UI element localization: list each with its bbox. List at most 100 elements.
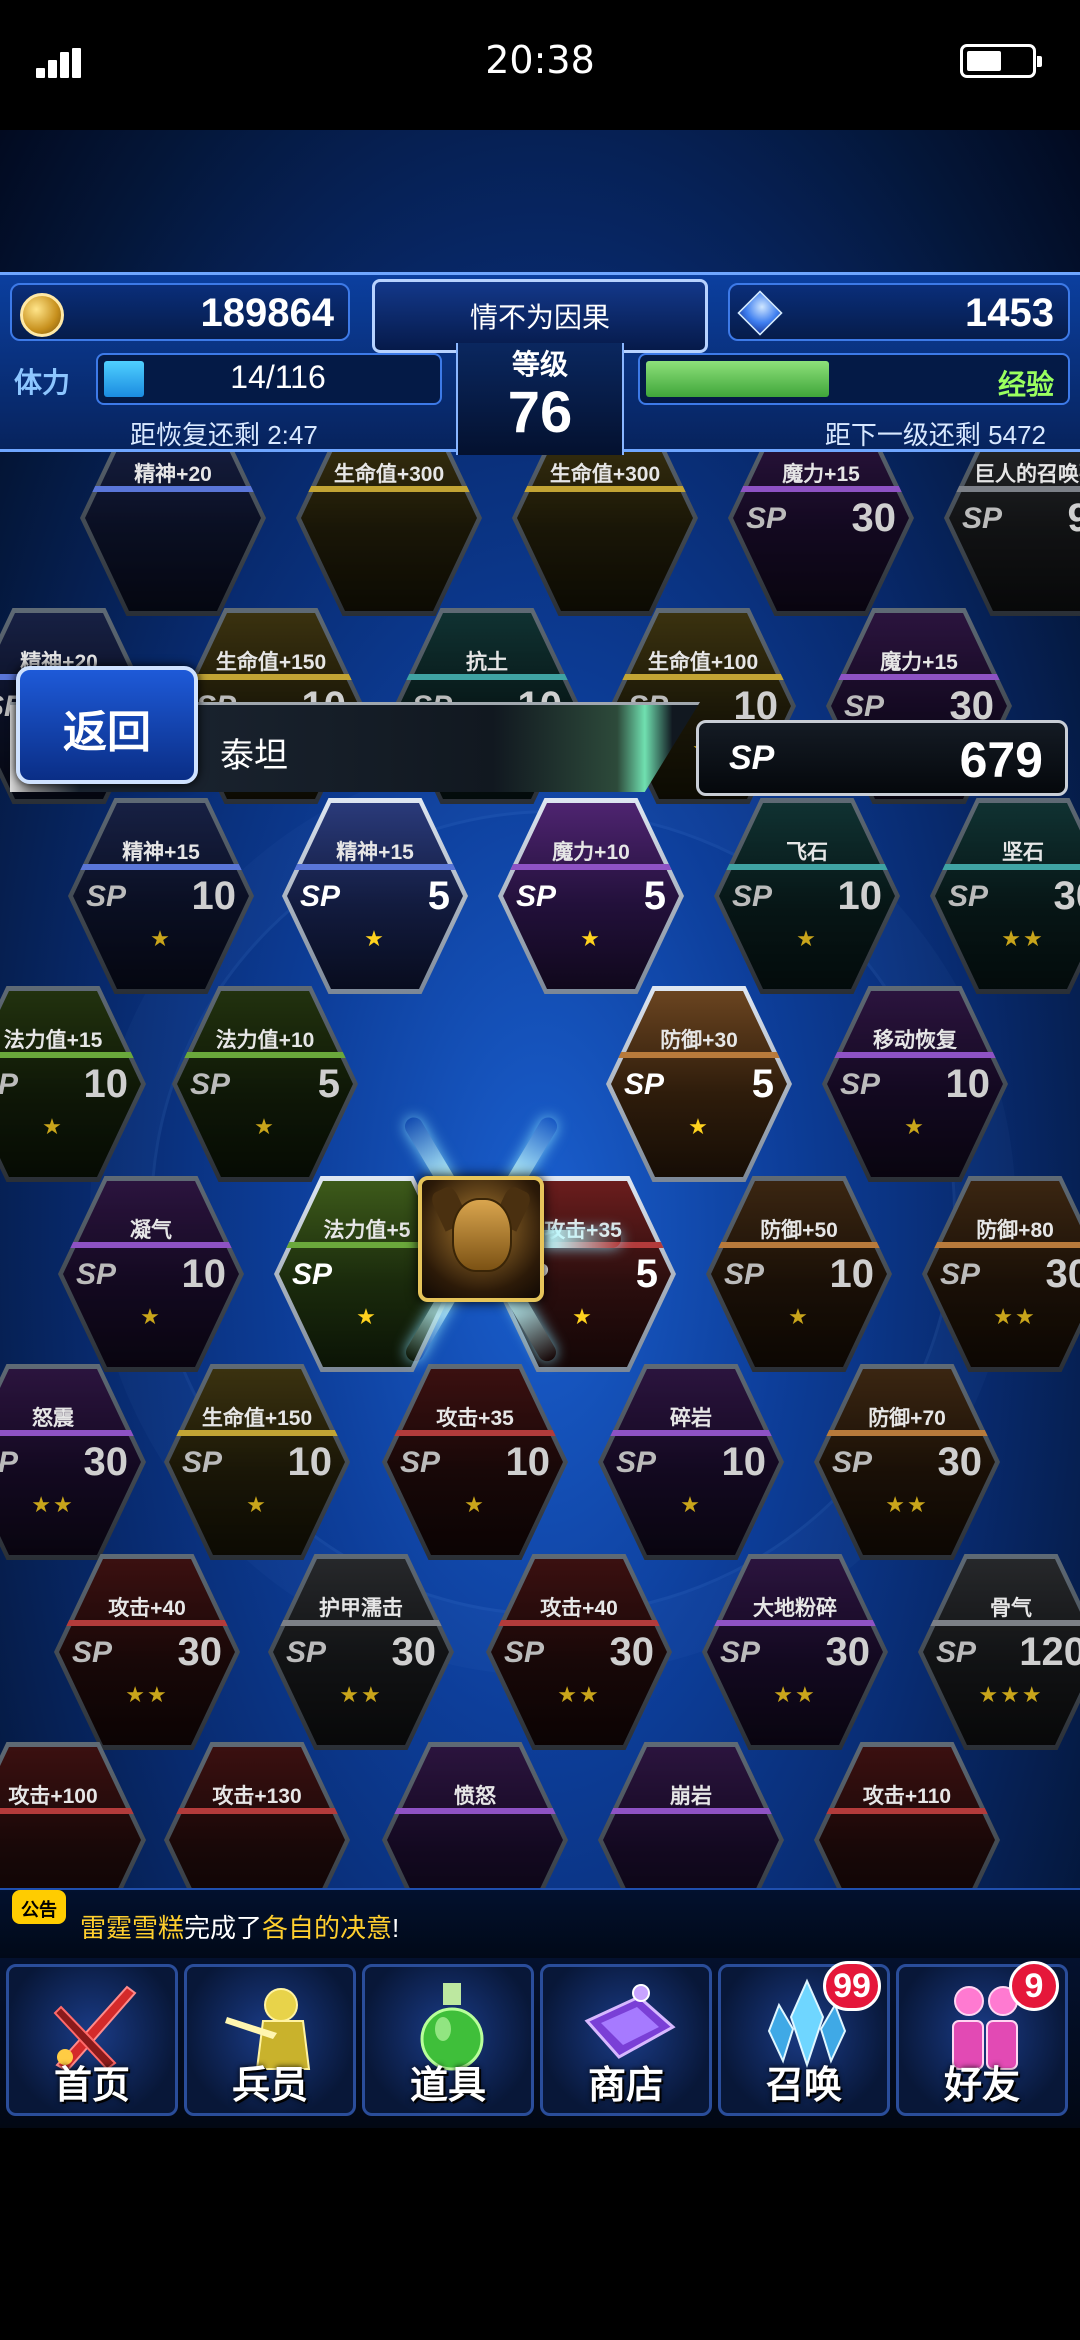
player-name-plate: 情不为因果 [372,279,708,353]
player-name: 情不为因果 [469,302,610,333]
sphere-node[interactable]: 凝气 SP 10 ★ [58,1176,244,1372]
sphere-node-band [64,1620,230,1626]
sphere-node-name: 骨气 [990,1597,1032,1620]
sphere-node-stars: ★ [688,1114,710,1139]
gem-counter[interactable]: 1453 [728,283,1070,341]
sphere-node[interactable]: 移动恢复 SP 10 ★ [822,986,1008,1182]
sphere-node[interactable]: 魔力+10 SP 5 ★ [498,798,684,994]
sphere-node-cost: 10 [287,1440,333,1484]
sphere-node-name: 巨人的召唤强 [974,463,1080,486]
nav-summon-label: 召唤 [765,2065,842,2107]
sphere-node-stars: ★ [680,1492,702,1517]
game-screen: 189864 情不为因果 1453 体力 14/116 距恢复还剩 2:47 等… [0,130,1080,2128]
sphere-node-sp-label: SP [286,1636,327,1669]
sphere-node-cost: 5 [317,1062,340,1106]
sphere-node-sp-label: SP [948,880,989,913]
sphere-node-name: 防御+70 [868,1407,946,1430]
sphere-node-name: 护甲濡击 [319,1597,403,1620]
sphere-node-cost: 5 [751,1062,774,1106]
gem-icon [737,290,783,336]
sphere-node-name: 精神+15 [336,841,414,864]
sphere-node-stars: ★★ [885,1492,929,1517]
sphere-node-band [0,1430,136,1436]
sphere-node[interactable]: 护甲濡击 SP 30 ★★ [268,1554,454,1750]
sphere-node[interactable]: 防御+50 SP 10 ★ [706,1176,892,1372]
sphere-node-sp-label: SP [0,1068,19,1101]
stamina-fill [104,361,144,397]
sphere-node[interactable]: 精神+15 SP 10 ★ [68,798,254,994]
sphere-node[interactable]: 怒震 SP 30 ★★ [0,1364,146,1560]
exp-bar: 经验 [638,353,1070,405]
sphere-node-name: 飞石 [786,841,828,864]
sphere-node-stars: ★★ [339,1682,383,1707]
sphere-node[interactable]: 法力值+15 SP 10 ★ [0,986,146,1182]
sphere-node-cost: 30 [851,496,897,540]
sphere-node-stars: ★ [904,1114,926,1139]
sphere-node-band [716,1242,882,1248]
sphere-node-stars: ★★ [773,1682,817,1707]
sphere-node-cost: 30 [1053,874,1080,918]
sphere-node-name: 攻击+110 [862,1785,952,1808]
sphere-node[interactable]: 攻击+40 SP 30 ★★ [486,1554,672,1750]
news-player: 雷霆雪糕 [80,1913,185,1943]
sphere-node-stars: ★ [796,926,818,951]
sphere-node-band [608,1808,774,1814]
back-button[interactable]: 返回 [16,666,198,784]
nav-home[interactable]: 首页 [6,1964,178,2116]
sphere-node-stars: ★★ [125,1682,169,1707]
sphere-node-sp-label: SP [400,1446,441,1479]
news-ticker[interactable]: 公告 雷霆雪糕完成了各自的决意! [0,1888,1080,1958]
stamina-value: 14/116 [230,359,326,395]
exp-fill [646,361,830,397]
sphere-node-cost: 5 [643,874,666,918]
sphere-node-name: 防御+80 [976,1219,1054,1242]
sphere-node-cost: 5 [427,874,450,918]
sphere-node[interactable]: 生命值+150 SP 10 ★ [164,1364,350,1560]
sphere-node-band [292,864,458,870]
level-box: 等级 76 [456,343,624,455]
sphere-node[interactable]: 碎岩 SP 10 ★ [598,1364,784,1560]
nav-items[interactable]: 道具 [362,1964,534,2116]
sphere-node-sp-label: SP [844,690,885,723]
sphere-node[interactable]: 大地粉碎 SP 30 ★★ [702,1554,888,1750]
sphere-node-name: 生命值+150 [201,1407,313,1430]
sphere-node[interactable]: 攻击+35 SP 10 ★ [382,1364,568,1560]
sphere-node[interactable]: 骨气 SP 120 ★★★ [918,1554,1080,1750]
nav-shop[interactable]: 商店 [540,1964,712,2116]
sphere-node-stars: ★ [364,926,386,951]
player-hud: 189864 情不为因果 1453 体力 14/116 距恢复还剩 2:47 等… [0,272,1080,455]
nav-units[interactable]: 兵员 [184,1964,356,2116]
sphere-node-name: 魔力+15 [782,463,860,486]
exp-label: 经验 [997,369,1054,400]
back-button-label: 返回 [63,708,151,757]
next-level-text: 距下一级还剩 5472 [824,420,1046,450]
sphere-node-sp-label: SP [724,1258,765,1291]
sphere-node-band [174,1430,340,1436]
nav-friends-label: 好友 [943,2065,1020,2107]
sphere-node-name: 攻击+130 [212,1785,302,1808]
sphere-node-cost: 30 [1045,1252,1080,1296]
sphere-node-band [928,1620,1080,1626]
sphere-node-cost: 10 [83,1062,129,1106]
nav-summon[interactable]: 99 召唤 [718,1961,890,2116]
character-header: 返回 泰坦 [0,660,700,810]
sphere-node-stars: ★ [788,1304,810,1329]
sphere-node[interactable]: 法力值+10 SP 5 ★ [172,986,358,1182]
gold-value: 189864 [200,291,334,335]
nav-friends[interactable]: 9 好友 [896,1961,1068,2116]
sphere-node-sp-label: SP [940,1258,981,1291]
character-portrait[interactable] [418,1176,544,1302]
sphere-node-band [392,1430,558,1436]
sphere-node[interactable]: 防御+70 SP 30 ★★ [814,1364,1000,1560]
sphere-node[interactable]: 坚石 SP 30 ★★ [930,798,1080,994]
nav-shop-label: 商店 [587,2065,664,2107]
sphere-node-name: 魔力+10 [552,841,630,864]
sphere-node[interactable]: 精神+15 SP 5 ★ [282,798,468,994]
news-achievement: 各自的决意 [262,1913,393,1943]
sphere-node[interactable]: 防御+80 SP 30 ★★ [922,1176,1080,1372]
sphere-node-sp-label: SP [936,1636,977,1669]
sphere-node-band [0,1808,136,1814]
sphere-node[interactable]: 飞石 SP 10 ★ [714,798,900,994]
sphere-node[interactable]: 攻击+40 SP 30 ★★ [54,1554,240,1750]
sphere-node[interactable]: 防御+30 SP 5 ★ [606,986,792,1182]
